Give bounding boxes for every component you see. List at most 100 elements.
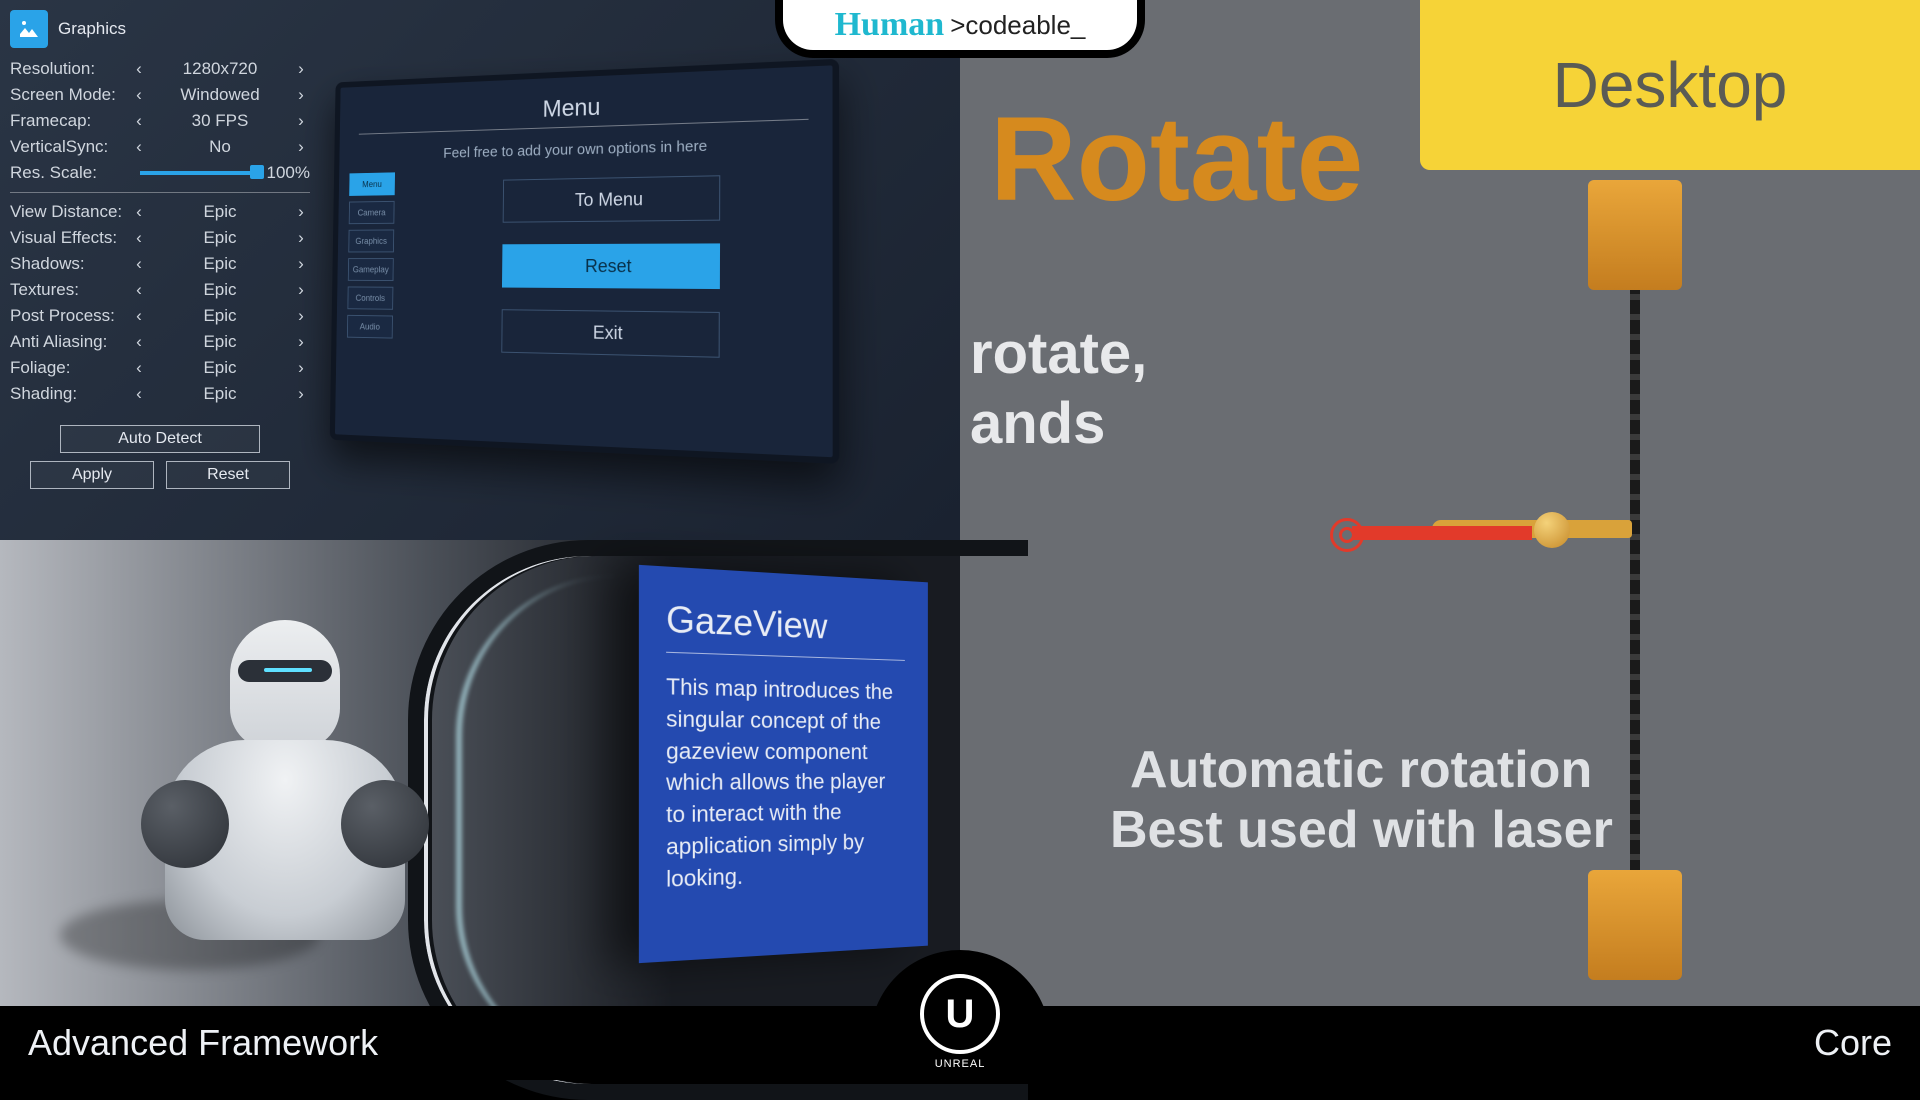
vsync-prev[interactable]: ‹ — [130, 137, 148, 157]
screenmode-next[interactable]: › — [292, 85, 310, 105]
value-resscale: 100% — [264, 163, 310, 183]
menu-title: Menu — [359, 85, 809, 130]
shading-next[interactable]: › — [292, 384, 310, 404]
resolution-prev[interactable]: ‹ — [130, 59, 148, 79]
menu-tab-menu[interactable]: Menu — [349, 172, 395, 196]
shadows-prev[interactable]: ‹ — [130, 254, 148, 274]
to-menu-button[interactable]: To Menu — [503, 175, 721, 222]
menu-tab-controls[interactable]: Controls — [347, 286, 393, 309]
robot-visor — [238, 660, 332, 682]
menu-tab-gameplay[interactable]: Gameplay — [348, 258, 394, 281]
robot-shoulder-right — [341, 780, 429, 868]
exit-button[interactable]: Exit — [501, 309, 720, 358]
shading-prev[interactable]: ‹ — [130, 384, 148, 404]
desktop-badge: Desktop — [1420, 0, 1920, 170]
unreal-logo-icon: U — [920, 974, 1000, 1054]
menu-tabs: Menu Camera Graphics Gameplay Controls A… — [347, 172, 395, 338]
framecap-next[interactable]: › — [292, 111, 310, 131]
row-foliage: Foliage:‹Epic› — [10, 355, 310, 381]
framecap-prev[interactable]: ‹ — [130, 111, 148, 131]
label-visualeffects: Visual Effects: — [10, 228, 130, 248]
row-screenmode: Screen Mode: ‹ Windowed › — [10, 82, 310, 108]
antialiasing-next[interactable]: › — [292, 332, 310, 352]
robot-bust — [150, 620, 420, 990]
label-foliage: Foliage: — [10, 358, 130, 378]
value-foliage: Epic — [148, 358, 292, 378]
row-resscale: Res. Scale: 100% — [10, 160, 310, 186]
postprocess-prev[interactable]: ‹ — [130, 306, 148, 326]
label-viewdistance: View Distance: — [10, 202, 130, 222]
graphics-icon — [10, 10, 48, 48]
menu-tab-audio[interactable]: Audio — [347, 315, 393, 339]
foliage-next[interactable]: › — [292, 358, 310, 378]
rotate-auto-line1: Automatic rotation — [1130, 740, 1592, 800]
label-vsync: VerticalSync: — [10, 137, 130, 157]
rotate-auto-line2: Best used with laser — [1110, 800, 1613, 860]
engine-text: UNREAL — [935, 1058, 986, 1070]
resscale-slider[interactable] — [140, 171, 264, 175]
threaded-rod — [1630, 200, 1640, 980]
value-shadows: Epic — [148, 254, 292, 274]
visualeffects-prev[interactable]: ‹ — [130, 228, 148, 248]
resolution-next[interactable]: › — [292, 59, 310, 79]
menu-tab-camera[interactable]: Camera — [349, 201, 395, 224]
rotate-subtitle-1: rotate, — [970, 320, 1147, 387]
vsync-next[interactable]: › — [292, 137, 310, 157]
row-resolution: Resolution: ‹ 1280x720 › — [10, 56, 310, 82]
value-viewdistance: Epic — [148, 202, 292, 222]
reset-button[interactable]: Reset — [166, 461, 290, 489]
lever-ball[interactable] — [1534, 512, 1570, 548]
screenmode-prev[interactable]: ‹ — [130, 85, 148, 105]
menu-reset-button[interactable]: Reset — [502, 243, 720, 289]
visualeffects-next[interactable]: › — [292, 228, 310, 248]
auto-detect-button[interactable]: Auto Detect — [60, 425, 260, 453]
robot-shoulder-left — [141, 780, 229, 868]
menu-tab-graphics[interactable]: Graphics — [348, 229, 394, 252]
antialiasing-prev[interactable]: ‹ — [130, 332, 148, 352]
graphics-settings-panel: Graphics Resolution: ‹ 1280x720 › Screen… — [0, 0, 320, 499]
row-antialiasing: Anti Aliasing:‹Epic› — [10, 329, 310, 355]
row-shadows: Shadows:‹Epic› — [10, 251, 310, 277]
menu-board: Menu Feel free to add your own options i… — [330, 59, 840, 464]
value-antialiasing: Epic — [148, 332, 292, 352]
robot-torso — [165, 740, 405, 940]
label-antialiasing: Anti Aliasing: — [10, 332, 130, 352]
menu-subtitle: Feel free to add your own options in her… — [358, 135, 808, 164]
value-textures: Epic — [148, 280, 292, 300]
value-postprocess: Epic — [148, 306, 292, 326]
label-postprocess: Post Process: — [10, 306, 130, 326]
shadows-next[interactable]: › — [292, 254, 310, 274]
value-framecap: 30 FPS — [148, 111, 292, 131]
gazeview-panel: GazeView This map introduces the singula… — [639, 565, 928, 963]
viewdistance-prev[interactable]: ‹ — [130, 202, 148, 222]
row-postprocess: Post Process:‹Epic› — [10, 303, 310, 329]
value-screenmode: Windowed — [148, 85, 292, 105]
textures-prev[interactable]: ‹ — [130, 280, 148, 300]
upper-mount — [1588, 180, 1682, 290]
label-shadows: Shadows: — [10, 254, 130, 274]
row-framecap: Framecap: ‹ 30 FPS › — [10, 108, 310, 134]
viewdistance-next[interactable]: › — [292, 202, 310, 222]
gazeview-title: GazeView — [666, 598, 905, 651]
settings-title: Graphics — [58, 19, 126, 39]
footer-left: Advanced Framework — [28, 1022, 378, 1064]
textures-next[interactable]: › — [292, 280, 310, 300]
brand-human: Human — [835, 6, 945, 44]
row-viewdistance: View Distance:‹Epic› — [10, 199, 310, 225]
value-vsync: No — [148, 137, 292, 157]
postprocess-next[interactable]: › — [292, 306, 310, 326]
value-visualeffects: Epic — [148, 228, 292, 248]
foliage-prev[interactable]: ‹ — [130, 358, 148, 378]
apply-button[interactable]: Apply — [30, 461, 154, 489]
value-resolution: 1280x720 — [148, 59, 292, 79]
target-icon — [1330, 518, 1364, 552]
label-screenmode: Screen Mode: — [10, 85, 130, 105]
value-shading: Epic — [148, 384, 292, 404]
settings-divider — [10, 192, 310, 193]
label-shading: Shading: — [10, 384, 130, 404]
label-framecap: Framecap: — [10, 111, 130, 131]
label-resscale: Res. Scale: — [10, 163, 130, 183]
label-textures: Textures: — [10, 280, 130, 300]
lower-mount — [1588, 870, 1682, 980]
row-visualeffects: Visual Effects:‹Epic› — [10, 225, 310, 251]
